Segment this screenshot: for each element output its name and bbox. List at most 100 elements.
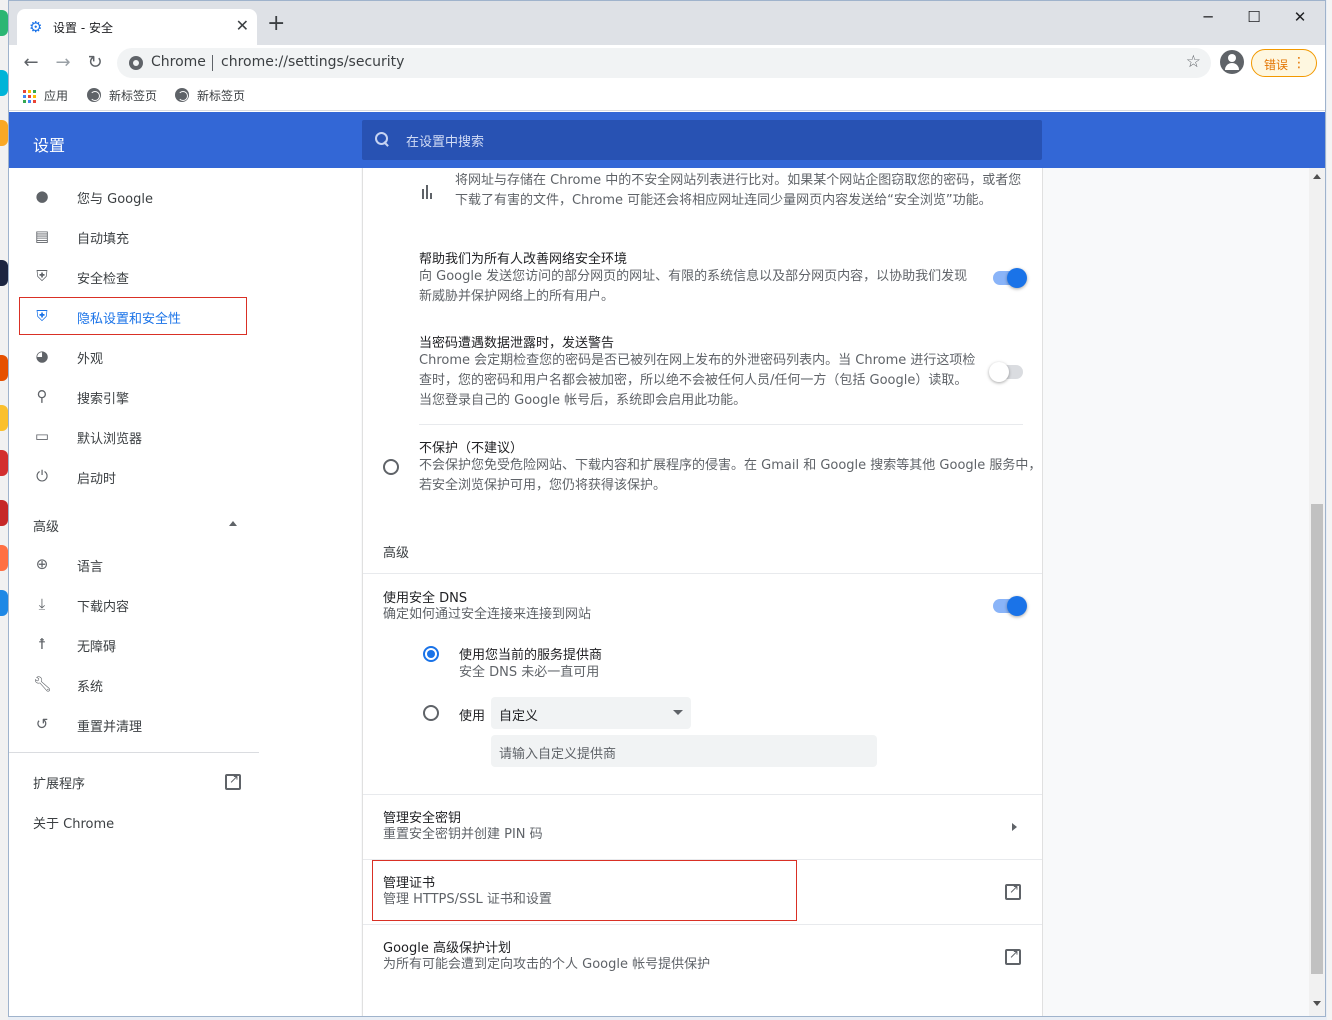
scroll-down-arrow-icon[interactable]	[1313, 1001, 1321, 1006]
no-protection-sub-line2: 若安全浏览保护可用，您仍将获得该保护。	[419, 478, 667, 493]
dns-current-provider-radio[interactable]	[423, 646, 439, 662]
sidebar-item-label: 下载内容	[77, 600, 130, 615]
sidebar-item-search-engine[interactable]: ⚲ 搜索引擎	[9, 376, 259, 416]
sidebar-item-label: 启动时	[77, 472, 117, 487]
sidebar-item-about-chrome[interactable]: 关于 Chrome	[33, 813, 114, 832]
desktop-icon	[0, 10, 8, 36]
desktop-icon	[0, 590, 8, 616]
bookmark-newtab-2[interactable]: 新标签页	[175, 87, 245, 104]
dns-custom-radio[interactable]	[423, 705, 439, 721]
profile-avatar-icon[interactable]	[1220, 50, 1244, 74]
settings-sidebar: ● 您与 Google ▤ 自动填充 ⛨ 安全检查 ⛨ 隐私设置和安全性 ◕ 外…	[9, 168, 361, 1016]
minimize-button[interactable]: ─	[1185, 5, 1231, 29]
globe-icon	[87, 88, 101, 102]
dropdown-arrow-icon	[673, 710, 683, 715]
address-bar[interactable]: Chrome chrome://settings/security ☆	[117, 48, 1211, 78]
dns-provider-select[interactable]: 自定义	[491, 697, 691, 729]
person-icon: ●	[35, 187, 49, 205]
desktop-icon	[0, 355, 8, 381]
chevron-up-icon[interactable]	[229, 521, 237, 526]
sidebar-item-extensions[interactable]: 扩展程序	[33, 773, 85, 792]
desktop-icon	[0, 70, 8, 96]
error-button[interactable]: 错误 ⋮	[1251, 49, 1317, 77]
bookmark-newtab-1[interactable]: 新标签页	[87, 87, 157, 104]
palette-icon: ◕	[35, 347, 49, 365]
no-protection-radio[interactable]	[383, 459, 399, 475]
password-leak-sub-line2: 查时，您的密码和用户名都会被加密，所以绝不会被任何人员/任何一方（包括 Goog…	[419, 373, 968, 388]
close-window-button[interactable]: ✕	[1277, 5, 1323, 29]
sidebar-advanced-toggle[interactable]: 高级	[33, 516, 59, 535]
secure-dns-toggle[interactable]	[993, 596, 1027, 616]
advanced-protection-sub: 为所有可能会遭到定向攻击的个人 Google 帐号提供保护	[383, 957, 711, 972]
desktop-icon	[0, 450, 8, 476]
settings-body: ● 您与 Google ▤ 自动填充 ⛨ 安全检查 ⛨ 隐私设置和安全性 ◕ 外…	[9, 168, 1325, 1016]
dns-select-value: 自定义	[499, 709, 539, 724]
open-in-new-icon[interactable]	[225, 772, 241, 790]
sidebar-divider	[9, 752, 259, 753]
toggle-knob	[1007, 268, 1027, 288]
search-icon	[374, 131, 390, 147]
sidebar-item-label: 默认浏览器	[77, 432, 143, 447]
safe-browsing-description-line2: 下载了有害的文件，Chrome 可能还会将相应网址连同少量网页内容发送给“安全浏…	[455, 193, 992, 208]
sidebar-item-on-startup[interactable]: ⏻ 启动时	[9, 456, 259, 496]
sidebar-item-label: 语言	[77, 560, 104, 575]
dns-custom-label: 使用	[459, 709, 486, 724]
settings-gear-icon: ⚙	[29, 18, 43, 36]
tab-title: 设置 - 安全	[53, 21, 113, 35]
safe-browsing-description-line1: 将网址与存储在 Chrome 中的不安全网站列表进行比对。如果某个网站企图窃取您…	[455, 173, 1022, 188]
sidebar-item-label: 搜索引擎	[77, 392, 130, 407]
desktop-right-strip	[1327, 0, 1332, 1020]
page-title: 设置	[33, 136, 66, 155]
advanced-protection-row[interactable]: Google 高级保护计划 为所有可能会遭到定向攻击的个人 Google 帐号提…	[363, 925, 1042, 989]
sidebar-item-autofill[interactable]: ▤ 自动填充	[9, 216, 259, 256]
power-icon: ⏻	[36, 467, 48, 485]
open-in-new-icon	[1005, 947, 1021, 965]
toggle-knob	[989, 362, 1009, 382]
page-scrollbar[interactable]	[1309, 168, 1325, 1016]
desktop-left-strip	[0, 0, 8, 1020]
close-tab-icon[interactable]: ✕	[236, 17, 249, 35]
url-text[interactable]: chrome://settings/security	[221, 54, 404, 70]
accessibility-icon: ☨	[37, 635, 47, 653]
desktop-icon	[0, 545, 8, 571]
download-icon: ⤓	[38, 595, 46, 613]
sidebar-item-safety-check[interactable]: ⛨ 安全检查	[9, 256, 259, 296]
sidebar-item-appearance[interactable]: ◕ 外观	[9, 336, 259, 376]
divider	[363, 573, 1042, 574]
dns-current-provider-title: 使用您当前的服务提供商	[459, 648, 603, 663]
scroll-up-arrow-icon[interactable]	[1313, 174, 1321, 179]
no-protection-title: 不保护（不建议）	[419, 441, 524, 456]
globe-icon	[175, 88, 189, 102]
sidebar-item-system[interactable]: 🔧︎ 系统	[9, 664, 259, 704]
settings-search-input[interactable]: 在设置中搜索	[362, 120, 1042, 160]
clipboard-icon: ▤	[34, 227, 50, 245]
sidebar-item-accessibility[interactable]: ☨ 无障碍	[9, 624, 259, 664]
globe-icon: ⊕	[35, 555, 49, 573]
more-vert-icon: ⋮	[1292, 55, 1306, 71]
tab-strip: ⚙ 设置 - 安全 ✕ + ─ ☐ ✕	[9, 1, 1325, 45]
manage-security-keys-row[interactable]: 管理安全密钥 重置安全密钥并创建 PIN 码	[363, 795, 1042, 859]
divider	[419, 424, 1023, 425]
forward-button[interactable]: →	[51, 51, 75, 75]
bookmark-star-icon[interactable]: ☆	[1186, 52, 1201, 72]
dns-custom-provider-input[interactable]: 请输入自定义提供商	[491, 735, 877, 767]
reload-button[interactable]: ↻	[83, 51, 107, 75]
help-improve-toggle[interactable]	[993, 268, 1027, 288]
password-leak-toggle[interactable]	[989, 362, 1023, 382]
bookmark-apps[interactable]: 应用	[23, 87, 68, 104]
bookmarks-bar: 应用 新标签页 新标签页	[9, 81, 1325, 111]
new-tab-button[interactable]: +	[267, 13, 285, 35]
scrollbar-thumb[interactable]	[1311, 504, 1323, 974]
sidebar-item-languages[interactable]: ⊕ 语言	[9, 544, 259, 584]
apps-grid-icon	[23, 90, 36, 103]
sidebar-item-you-and-google[interactable]: ● 您与 Google	[9, 176, 259, 216]
sidebar-item-downloads[interactable]: ⤓ 下载内容	[9, 584, 259, 624]
sidebar-item-reset[interactable]: ↺ 重置并清理	[9, 704, 259, 744]
omnibox-separator	[212, 55, 213, 71]
maximize-button[interactable]: ☐	[1231, 5, 1277, 29]
tab-settings-security[interactable]: ⚙ 设置 - 安全 ✕	[17, 9, 257, 45]
sidebar-item-label: 无障碍	[77, 640, 117, 655]
back-button[interactable]: ←	[19, 51, 43, 75]
sidebar-item-default-browser[interactable]: ▭ 默认浏览器	[9, 416, 259, 456]
sidebar-item-label: 外观	[77, 352, 104, 367]
